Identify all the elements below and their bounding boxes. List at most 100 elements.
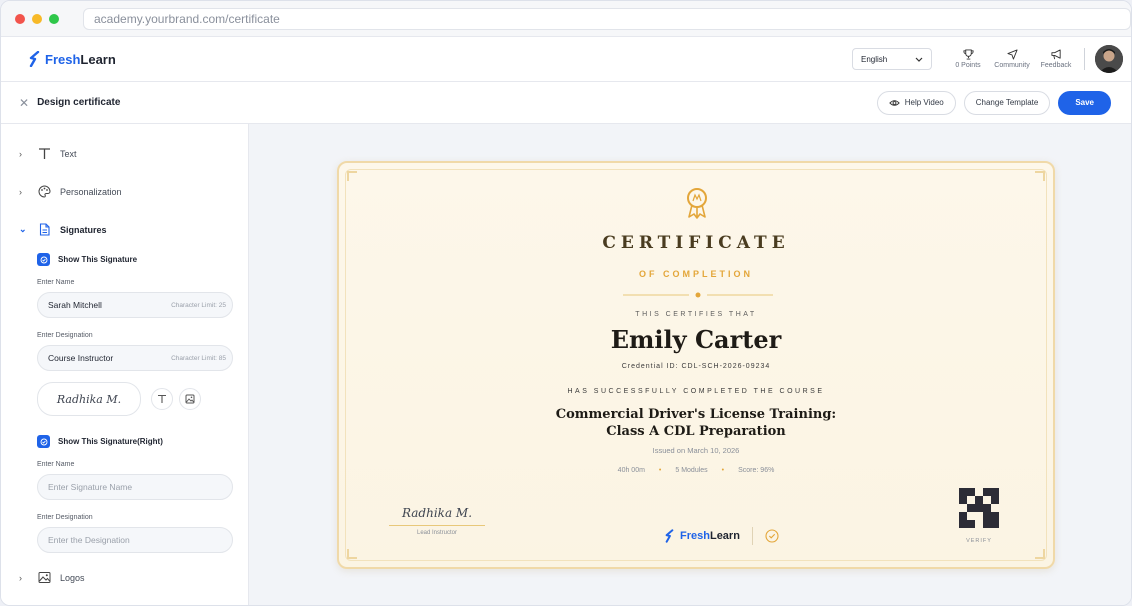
close-icon[interactable]: ✕ xyxy=(19,96,29,110)
nav-community-label: Community xyxy=(994,62,1030,69)
course-title: Commercial Driver's License Training: Cl… xyxy=(339,406,1053,440)
right-signature-designation-input[interactable]: Enter the Designation xyxy=(37,527,233,553)
palette-icon xyxy=(38,185,51,198)
right-designation-placeholder: Enter the Designation xyxy=(48,535,130,545)
show-signature-label: Show This Signature xyxy=(58,255,138,264)
right-signature-name-input[interactable]: Enter Signature Name xyxy=(37,474,233,500)
user-avatar[interactable] xyxy=(1095,45,1123,73)
page-title: Design certificate xyxy=(37,97,121,108)
close-window-dot[interactable] xyxy=(15,13,25,24)
signature-designation-value: Course Instructor xyxy=(48,353,114,363)
help-video-label: Help Video xyxy=(904,98,944,107)
save-label: Save xyxy=(1075,98,1094,107)
section-personalization-label: Personalization xyxy=(60,186,122,197)
help-video-button[interactable]: Help Video xyxy=(876,90,956,115)
signature-line xyxy=(389,525,485,526)
section-text-label: Text xyxy=(60,148,77,159)
course-title-line-1: Commercial Driver's License Training: xyxy=(555,407,837,422)
address-bar[interactable]: academy.yourbrand.com/certificate xyxy=(83,7,1131,30)
section-signatures-label: Signatures xyxy=(60,224,107,235)
ornament-divider xyxy=(623,292,773,298)
signature-role: Lead Instructor xyxy=(416,530,458,536)
meta-separator: • xyxy=(658,467,662,474)
certificate-signature: Radhika M. Lead Instructor xyxy=(389,506,485,536)
certificate-preview[interactable]: CERTIFICATE OF COMPLETION THIS CERTIFIES… xyxy=(337,161,1055,569)
section-signatures[interactable]: ⌄ Signatures xyxy=(19,223,107,236)
certifies-text: THIS CERTIFIES THAT xyxy=(635,311,757,318)
save-button[interactable]: Save xyxy=(1058,90,1111,115)
chevron-down-icon xyxy=(915,57,923,62)
language-select[interactable]: English xyxy=(852,48,932,70)
issued-date: Issued on March 10, 2026 xyxy=(652,446,740,455)
name-field-label: Enter Name xyxy=(37,279,75,286)
brand-text-fresh: Fresh xyxy=(680,530,710,542)
signature-name-input[interactable]: Sarah Mitchell Character Limit: 25 xyxy=(37,292,233,318)
corner-ornament xyxy=(347,549,357,559)
logo-text-fresh: Fresh xyxy=(45,51,81,67)
course-duration: 40h 00m xyxy=(617,467,645,474)
section-logos-label: Logos xyxy=(60,572,85,583)
freshlearn-logo-icon xyxy=(665,529,674,543)
chevron-down-icon: ⌄ xyxy=(19,224,27,234)
checkbox-checked-icon xyxy=(37,253,50,266)
nav-feedback[interactable]: Feedback xyxy=(1034,49,1078,69)
meta-separator: • xyxy=(721,467,725,474)
course-title-line-2: Class A CDL Preparation xyxy=(606,424,786,439)
corner-ornament xyxy=(1035,171,1045,181)
designation-field-label: Enter Designation xyxy=(37,332,93,339)
verify-label: VERIFY xyxy=(966,538,992,544)
signature-text-button[interactable] xyxy=(151,388,173,410)
credential-id: Credential ID: CDL-SCH-2026-09234 xyxy=(621,363,771,370)
signature-name-value: Sarah Mitchell xyxy=(48,300,102,310)
app-window: academy.yourbrand.com/certificate FreshL… xyxy=(0,0,1132,606)
language-value: English xyxy=(861,54,888,64)
course-modules: 5 Modules xyxy=(675,467,708,474)
course-meta: 40h 00m • 5 Modules • Score: 96% xyxy=(339,467,1053,474)
recipient-name: Emily Carter xyxy=(610,325,782,354)
section-personalization[interactable]: › Personalization xyxy=(19,185,122,198)
show-signature-checkbox[interactable]: Show This Signature xyxy=(37,253,137,266)
image-icon xyxy=(38,572,51,583)
send-icon xyxy=(1006,49,1018,60)
corner-ornament xyxy=(1035,549,1045,559)
nav-points[interactable]: 0 Points xyxy=(946,49,990,69)
window-controls xyxy=(1,13,59,24)
name-char-limit: Character Limit: 25 xyxy=(171,301,226,309)
qr-code[interactable] xyxy=(959,488,999,528)
freshlearn-logo-icon xyxy=(29,51,40,67)
change-template-label: Change Template xyxy=(975,98,1039,107)
header-divider xyxy=(1084,48,1085,70)
course-score: Score: 96% xyxy=(738,467,775,474)
corner-ornament xyxy=(347,171,357,181)
nav-feedback-label: Feedback xyxy=(1040,62,1072,69)
right-name-field-label: Enter Name xyxy=(37,461,75,468)
avatar-silhouette-icon xyxy=(1095,45,1123,73)
section-logos[interactable]: › Logos xyxy=(19,571,85,584)
award-ribbon-icon xyxy=(687,188,707,219)
image-icon xyxy=(185,394,195,404)
certificate-title: CERTIFICATE xyxy=(602,233,790,253)
completed-text: HAS SUCCESSFULLY COMPLETED THE COURSE xyxy=(567,388,825,395)
designation-char-limit: Character Limit: 85 xyxy=(171,354,226,362)
change-template-button[interactable]: Change Template xyxy=(963,90,1051,115)
signature-preview[interactable]: Radhika M. xyxy=(37,382,141,416)
nav-community[interactable]: Community xyxy=(990,49,1034,69)
megaphone-icon xyxy=(1050,49,1061,60)
maximize-window-dot[interactable] xyxy=(49,13,59,24)
signature-designation-input[interactable]: Course Instructor Character Limit: 85 xyxy=(37,345,233,371)
brand-divider xyxy=(751,527,753,545)
section-text[interactable]: › Text xyxy=(19,147,77,160)
show-signature-right-checkbox[interactable]: Show This Signature(Right) xyxy=(37,435,163,448)
chevron-right-icon: › xyxy=(19,148,22,159)
right-name-placeholder: Enter Signature Name xyxy=(48,482,133,492)
brand-logo[interactable]: FreshLearn xyxy=(29,51,116,67)
chevron-right-icon: › xyxy=(19,186,22,197)
eye-icon xyxy=(889,99,900,106)
checkbox-checked-icon xyxy=(37,435,50,448)
verified-badge-icon xyxy=(765,529,779,543)
browser-chrome: academy.yourbrand.com/certificate xyxy=(1,1,1131,37)
document-icon xyxy=(39,223,50,236)
brand-text-learn: Learn xyxy=(709,530,740,542)
signature-image-button[interactable] xyxy=(179,388,201,410)
minimize-window-dot[interactable] xyxy=(32,13,42,24)
